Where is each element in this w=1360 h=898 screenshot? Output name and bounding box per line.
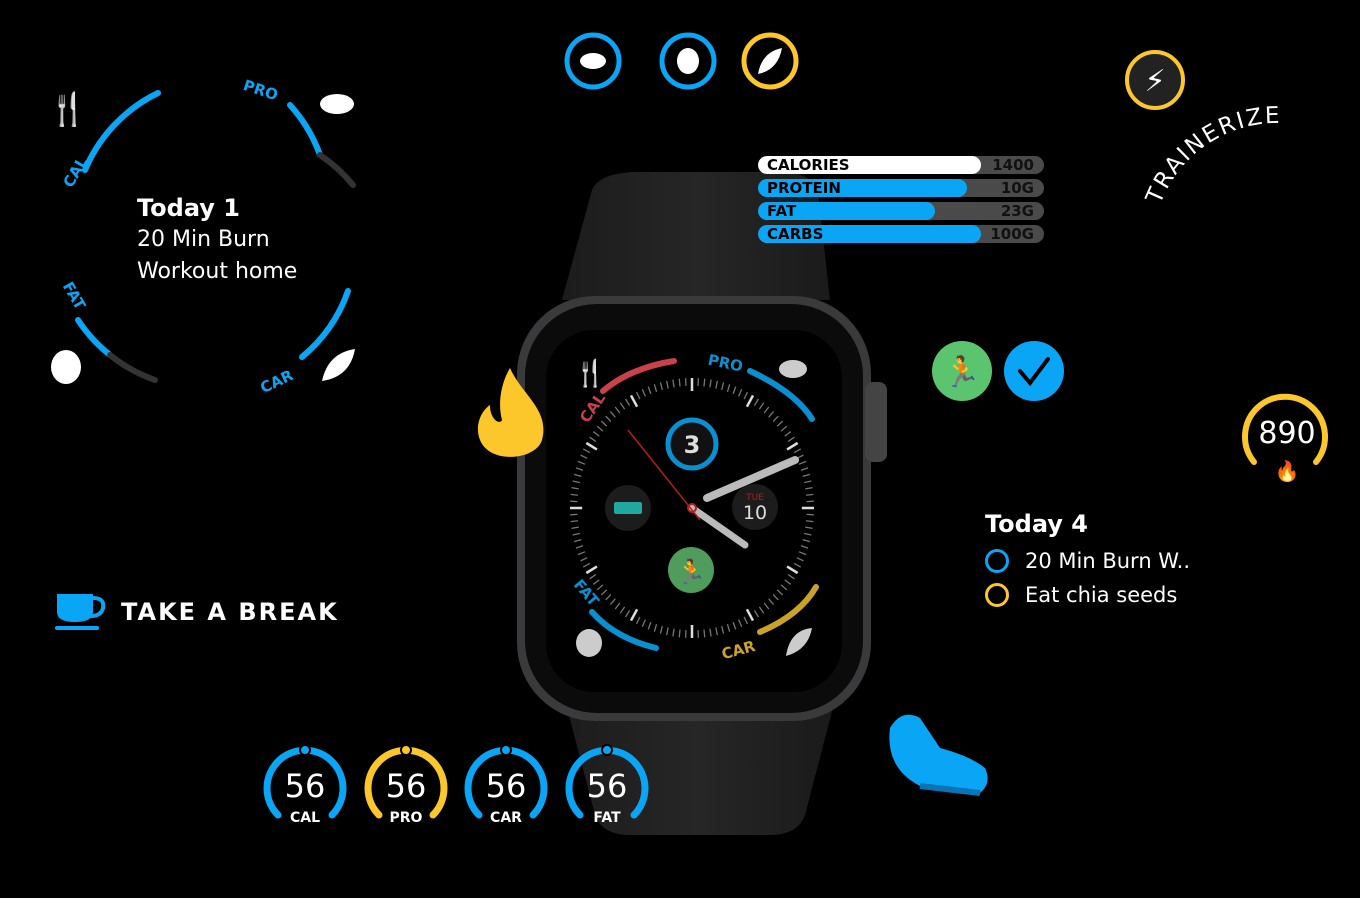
flame-icon: 🔥 xyxy=(1275,459,1300,483)
corn-icon xyxy=(758,48,782,74)
ring-value: 56 xyxy=(285,767,326,805)
task-circle-icon[interactable] xyxy=(985,583,1009,607)
flame-icon xyxy=(477,368,544,457)
ring-label: CAL xyxy=(290,810,320,826)
avocado-icon xyxy=(51,350,81,384)
task-item[interactable]: 20 Min Burn W.. xyxy=(985,544,1190,578)
macro-rings: 56 CAL 56 PRO 56 CAR 56 FAT xyxy=(262,742,662,832)
svg-text:TRAINERIZE: TRAINERIZE xyxy=(1141,103,1282,209)
macro-ring-cal[interactable]: 56 CAL xyxy=(262,742,352,832)
nutrition-bar-calories: CALORIES 1400 xyxy=(758,156,1044,174)
svg-text:⚡: ⚡ xyxy=(1144,64,1165,99)
shoe-icon xyxy=(889,714,988,796)
action-buttons: 🏃 xyxy=(932,341,1064,401)
steak-icon xyxy=(779,360,807,378)
workout-count: 3 xyxy=(684,431,701,459)
bar-value: 100G xyxy=(990,225,1034,243)
trainerize-brand: ⚡ TRAINERIZE xyxy=(1125,50,1282,209)
calorie-value: 890 xyxy=(1258,416,1315,451)
watch-tick xyxy=(570,520,579,523)
fork-knife-icon: 🍴 xyxy=(574,358,606,389)
bar-label: CALORIES xyxy=(767,156,850,174)
brand-name: TRAINERIZE xyxy=(1141,103,1280,209)
running-icon: 🏃 xyxy=(943,354,980,390)
fork-knife-icon: 🍴 xyxy=(48,90,88,128)
watch-tick xyxy=(570,493,579,496)
today-task-list: Today 4 20 Min Burn W.. Eat chia seeds xyxy=(985,510,1190,612)
task-text: 20 Min Burn W.. xyxy=(1025,549,1191,573)
watch-tick xyxy=(703,629,706,638)
take-a-break[interactable]: TAKE A BREAK xyxy=(55,592,339,632)
today-title: Today 1 xyxy=(137,194,241,222)
ring-label-car: CAR xyxy=(257,366,296,395)
watch-tick xyxy=(805,520,814,523)
corn-icon xyxy=(322,349,355,381)
task-circle-icon[interactable] xyxy=(985,549,1009,573)
tasks-title: Today 4 xyxy=(985,510,1089,538)
running-icon: 🏃 xyxy=(676,558,706,586)
macro-ring-fat[interactable]: 56 FAT xyxy=(564,742,654,832)
bar-value: 10G xyxy=(1000,179,1034,197)
steak-icon xyxy=(580,53,606,69)
watch-tick xyxy=(678,629,681,638)
ring-value: 56 xyxy=(586,767,627,805)
workout-name: 20 Min Burn xyxy=(137,227,270,252)
top-nutrient-icons xyxy=(564,32,799,90)
nutrition-bar-fat: FAT 23G xyxy=(758,202,1044,220)
complete-button[interactable] xyxy=(1004,341,1064,401)
watch-tick xyxy=(805,493,814,496)
steak-icon xyxy=(320,94,354,114)
watch-tick xyxy=(703,378,706,387)
break-label: TAKE A BREAK xyxy=(121,598,339,626)
nutrition-bars: CALORIES 1400 PROTEIN 10G FAT 23G CARBS 100G xyxy=(758,156,1044,248)
macro-ring-pro[interactable]: 56 PRO xyxy=(363,742,453,832)
ring-label-pro: PRO xyxy=(241,76,280,104)
bar-label: PROTEIN xyxy=(767,179,841,197)
bar-label: CARBS xyxy=(767,225,824,243)
ring-label: FAT xyxy=(593,810,621,826)
date-number: 10 xyxy=(743,502,767,524)
bed-icon xyxy=(614,502,642,514)
digital-crown[interactable] xyxy=(865,382,887,462)
avocado-icon xyxy=(576,629,602,657)
bar-value: 1400 xyxy=(992,156,1034,174)
nutrition-bar-carbs: CARBS 100G xyxy=(758,225,1044,243)
bar-value: 23G xyxy=(1000,202,1034,220)
ring-label: PRO xyxy=(389,810,422,826)
ring-value: 56 xyxy=(385,767,426,805)
ring-label-fat: FAT xyxy=(59,279,90,314)
ring-value: 56 xyxy=(486,767,527,805)
task-item[interactable]: Eat chia seeds xyxy=(985,578,1190,612)
watch-tick xyxy=(678,378,681,387)
ring-label: CAR xyxy=(490,810,522,826)
bar-label: FAT xyxy=(767,202,797,220)
macro-ring-car[interactable]: 56 CAR xyxy=(463,742,553,832)
today-workout-summary: Today 1 20 Min Burn Workout home xyxy=(137,192,297,288)
task-text: Eat chia seeds xyxy=(1025,583,1178,607)
nutrition-bar-protein: PROTEIN 10G xyxy=(758,179,1044,197)
calorie-gauge[interactable]: 890 🔥 xyxy=(1240,390,1335,485)
avocado-icon xyxy=(677,48,699,74)
workout-location: Workout home xyxy=(137,259,298,284)
coffee-cup-icon xyxy=(55,594,106,630)
